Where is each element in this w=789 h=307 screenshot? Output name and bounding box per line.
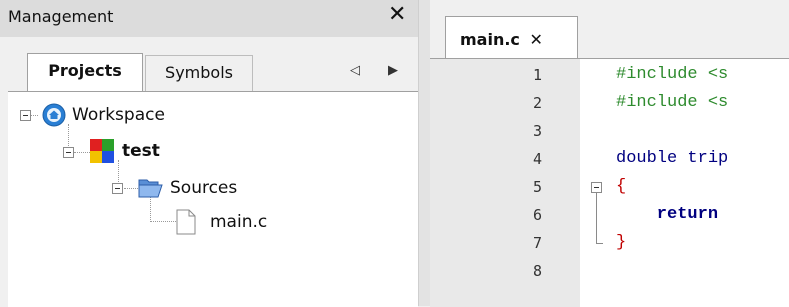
fold-toggle-icon[interactable]	[591, 182, 602, 193]
code-area[interactable]: 1 2 3 4 5 6 7 8 #include <s #include <s …	[430, 58, 789, 307]
tab-scroll-right-icon[interactable]: ▶	[388, 63, 398, 78]
folder-open-icon	[138, 177, 164, 199]
editor-tab-label: main.c	[460, 30, 520, 49]
close-tab-icon[interactable]: ✕	[529, 30, 542, 49]
workspace-globe-icon	[42, 103, 66, 127]
file-icon	[176, 209, 196, 235]
tab-scroll-left-icon[interactable]: ◁	[350, 63, 360, 78]
tree-connector	[74, 152, 90, 153]
tab-symbols[interactable]: Symbols	[145, 55, 253, 91]
management-panel: Management ✕ Projects Symbols ◁ ▶ Worksp…	[0, 0, 418, 307]
line-number: 6	[532, 206, 542, 224]
line-number: 8	[532, 262, 542, 280]
code-line: #include <s	[616, 93, 729, 112]
tree-item-workspace[interactable]: Workspace	[42, 102, 165, 128]
tree-connector	[124, 188, 138, 189]
tree-item-sources[interactable]: Sources	[138, 175, 237, 201]
line-number: 3	[532, 122, 542, 140]
management-title-bar: Management ✕	[0, 0, 418, 37]
project-blocks-icon	[90, 139, 114, 163]
code-line: {	[616, 177, 627, 196]
close-icon[interactable]: ✕	[388, 2, 406, 27]
project-tree: Workspace test Sources main.c	[8, 91, 418, 307]
tree-item-file[interactable]: main.c	[176, 209, 267, 235]
fold-line	[596, 193, 597, 243]
editor-tab-main-c[interactable]: main.c ✕	[445, 16, 578, 58]
expander-sources[interactable]	[112, 183, 123, 194]
code-line: return	[616, 205, 719, 224]
line-number: 4	[532, 150, 542, 168]
editor-pane: main.c ✕ 1 2 3 4 5 6 7 8 #include <s #in…	[430, 0, 789, 307]
code-line: #include <s	[616, 65, 729, 84]
line-number: 1	[532, 66, 542, 84]
tree-connector	[150, 221, 176, 222]
tree-item-label: main.c	[210, 212, 268, 232]
line-number: 7	[532, 234, 542, 252]
tree-item-label: Sources	[170, 178, 238, 198]
tree-item-label: test	[122, 141, 160, 161]
tab-projects[interactable]: Projects	[27, 53, 143, 92]
code-line: }	[616, 233, 627, 252]
fold-end	[596, 243, 603, 244]
code-line: double trip	[616, 149, 729, 168]
management-tabs: Projects Symbols ◁ ▶	[0, 37, 418, 93]
tree-item-label: Workspace	[72, 105, 165, 125]
management-title: Management	[8, 7, 114, 26]
line-number: 5	[532, 178, 542, 196]
expander-workspace[interactable]	[20, 110, 31, 121]
line-number: 2	[532, 94, 542, 112]
tree-item-project[interactable]: test	[90, 138, 160, 164]
expander-project[interactable]	[63, 147, 74, 158]
